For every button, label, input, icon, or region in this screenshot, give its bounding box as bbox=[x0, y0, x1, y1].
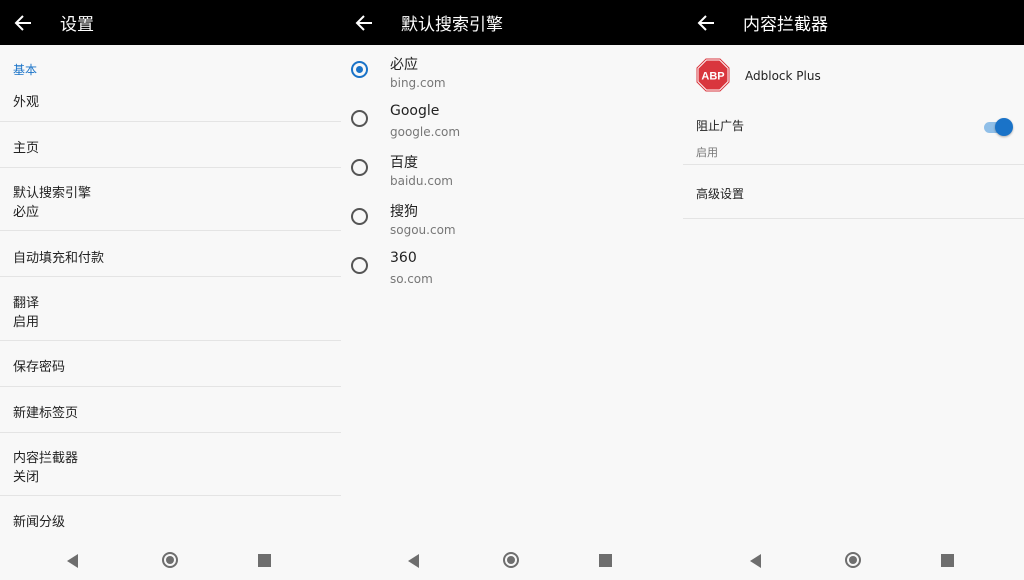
search-engine-back-button[interactable] bbox=[341, 0, 387, 45]
engine-option-sogou[interactable]: 搜狗 sogou.com bbox=[341, 196, 683, 244]
arrow-left-icon bbox=[355, 14, 372, 31]
block-ads-toggle[interactable] bbox=[984, 118, 1013, 136]
settings-panel: 设置 基本 外观 主页 默认搜索引擎 必应 自动填充和付款 翻译 启用 保存密码… bbox=[0, 0, 341, 580]
nav-back-icon[interactable] bbox=[67, 554, 78, 568]
settings-item-translate[interactable]: 翻译 启用 bbox=[0, 277, 341, 340]
engine-name: 必应 bbox=[390, 57, 418, 73]
advanced-settings-label: 高级设置 bbox=[696, 187, 745, 201]
settings-item-label: 默认搜索引擎 bbox=[13, 186, 92, 201]
nav-recents-icon[interactable] bbox=[941, 554, 954, 567]
nav-home-icon[interactable] bbox=[162, 552, 178, 568]
nav-home-icon[interactable] bbox=[503, 552, 519, 568]
search-engine-app-bar: 默认搜索引擎 bbox=[341, 0, 683, 45]
engine-name: 搜狗 bbox=[390, 204, 418, 220]
settings-item-label: 新建标签页 bbox=[13, 406, 79, 421]
search-engine-panel: 默认搜索引擎 必应 bing.com Google google.com 百度 … bbox=[341, 0, 683, 580]
adblock-plus-name: Adblock Plus bbox=[745, 69, 821, 83]
engine-name: 百度 bbox=[390, 155, 418, 171]
system-nav-bar bbox=[341, 540, 683, 580]
radio-icon[interactable] bbox=[351, 257, 368, 274]
engine-name: Google bbox=[390, 103, 440, 119]
arrow-left-icon bbox=[14, 14, 31, 31]
search-engine-title: 默认搜索引擎 bbox=[401, 15, 503, 35]
settings-item-homepage[interactable]: 主页 bbox=[0, 122, 341, 168]
content-blocker-title: 内容拦截器 bbox=[743, 15, 828, 35]
settings-item-value: 启用 bbox=[13, 315, 40, 330]
settings-back-button[interactable] bbox=[0, 0, 46, 45]
engine-url: bing.com bbox=[390, 76, 446, 90]
settings-item-label: 外观 bbox=[13, 95, 40, 110]
engine-option-google[interactable]: Google google.com bbox=[341, 98, 683, 146]
nav-back-icon[interactable] bbox=[408, 554, 419, 568]
settings-item-appearance[interactable]: 外观 bbox=[0, 78, 341, 122]
settings-item-label: 保存密码 bbox=[13, 360, 66, 375]
block-ads-label: 阻止广告 bbox=[696, 119, 745, 133]
system-nav-bar bbox=[0, 540, 341, 580]
settings-item-content-blocker[interactable]: 内容拦截器 关闭 bbox=[0, 433, 341, 496]
settings-item-value: 必应 bbox=[13, 205, 40, 220]
nav-home-icon[interactable] bbox=[845, 552, 861, 568]
toggle-thumb bbox=[995, 118, 1013, 136]
engine-option-360[interactable]: 360 so.com bbox=[341, 245, 683, 293]
arrow-left-icon bbox=[697, 14, 714, 31]
content-blocker-panel: 内容拦截器 ABP Adblock Plus 阻止广告 启用 高级设置 bbox=[683, 0, 1024, 580]
settings-item-save-passwords[interactable]: 保存密码 bbox=[0, 341, 341, 386]
radio-selected-icon[interactable] bbox=[351, 61, 368, 78]
system-nav-bar bbox=[683, 540, 1024, 580]
engine-url: so.com bbox=[390, 272, 433, 286]
engine-name: 360 bbox=[390, 250, 417, 266]
engine-url: google.com bbox=[390, 125, 461, 139]
engine-url: baidu.com bbox=[390, 174, 453, 188]
settings-item-new-tab[interactable]: 新建标签页 bbox=[0, 387, 341, 433]
divider bbox=[683, 218, 1024, 219]
radio-icon[interactable] bbox=[351, 159, 368, 176]
advanced-settings-row[interactable]: 高级设置 bbox=[683, 165, 1024, 219]
radio-icon[interactable] bbox=[351, 208, 368, 225]
settings-item-label: 自动填充和付款 bbox=[13, 251, 105, 266]
abp-logo-text: ABP bbox=[701, 71, 724, 83]
settings-item-label: 翻译 bbox=[13, 296, 40, 311]
nav-recents-icon[interactable] bbox=[599, 554, 612, 567]
engine-url: sogou.com bbox=[390, 223, 456, 237]
section-basic-label: 基本 bbox=[13, 63, 38, 77]
settings-item-label: 主页 bbox=[13, 141, 40, 156]
block-ads-row[interactable]: 阻止广告 启用 bbox=[683, 108, 1024, 164]
block-ads-status: 启用 bbox=[696, 146, 718, 159]
settings-item-default-search[interactable]: 默认搜索引擎 必应 bbox=[0, 168, 341, 231]
settings-item-autofill[interactable]: 自动填充和付款 bbox=[0, 231, 341, 277]
settings-app-bar: 设置 bbox=[0, 0, 341, 45]
content-blocker-app-bar: 内容拦截器 bbox=[683, 0, 1024, 45]
settings-item-value: 关闭 bbox=[13, 470, 40, 485]
nav-back-icon[interactable] bbox=[750, 554, 761, 568]
settings-item-label: 内容拦截器 bbox=[13, 451, 79, 466]
adblock-plus-logo-icon: ABP bbox=[696, 58, 730, 92]
content-blocker-back-button[interactable] bbox=[683, 0, 729, 45]
settings-title: 设置 bbox=[60, 15, 94, 35]
engine-option-baidu[interactable]: 百度 baidu.com bbox=[341, 147, 683, 195]
radio-icon[interactable] bbox=[351, 110, 368, 127]
settings-item-label: 新闻分级 bbox=[13, 515, 66, 530]
nav-recents-icon[interactable] bbox=[258, 554, 271, 567]
settings-item-news-rating[interactable]: 新闻分级 bbox=[0, 496, 341, 540]
engine-option-bing[interactable]: 必应 bing.com bbox=[341, 49, 683, 97]
